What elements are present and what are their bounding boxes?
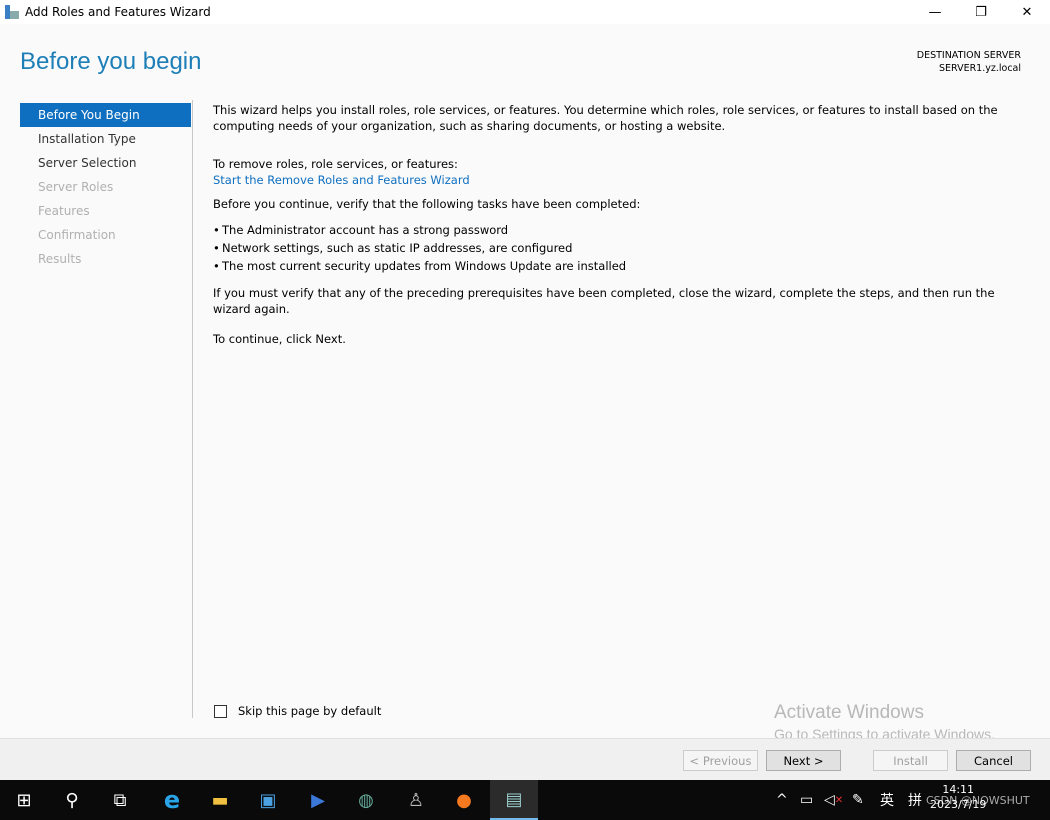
previous-button[interactable]: < Previous [683,750,758,771]
step-server-roles: Server Roles [38,180,114,194]
bullet-item: • Network settings, such as static IP add… [213,241,573,255]
maximize-button[interactable]: ❐ [958,0,1004,24]
content: This wizard helps you install roles, rol… [213,102,1028,355]
start-windows-icon[interactable]: ⊞ [0,780,48,820]
cancel-button[interactable]: Cancel [956,750,1031,771]
prereq-text: If you must verify that any of the prece… [213,286,995,316]
divider [192,100,193,718]
step-before-you-begin[interactable]: Before You Begin [20,103,191,127]
window-title: Add Roles and Features Wizard [25,5,211,19]
step-features: Features [38,204,90,218]
minimize-button[interactable]: — [912,0,958,24]
next-button[interactable]: Next > [766,750,841,771]
clock[interactable]: 14:11 2023/7/19 [930,782,986,812]
network-icon[interactable]: ♙ [392,780,440,820]
internet-explorer-icon[interactable]: e [148,780,196,820]
destination-label: DESTINATION SERVER [916,50,1021,61]
destination-server: DESTINATION SERVER SERVER1.yz.local [917,49,1021,75]
bullet-item: • The most current security updates from … [213,259,627,273]
pen-icon[interactable]: ✎ [852,780,864,820]
close-button[interactable]: ✕ [1004,0,1050,24]
intro-text: This wizard helps you install roles, rol… [213,103,998,133]
remove-label: To remove roles, role services, or featu… [213,157,458,171]
step-server-selection[interactable]: Server Selection [20,151,191,175]
remove-wizard-link[interactable]: Start the Remove Roles and Features Wiza… [213,172,1028,188]
server-manager-taskbar-icon[interactable]: ▤ [490,780,538,820]
destination-server-name: SERVER1.yz.local [938,63,1021,74]
step-results: Results [38,252,82,266]
checkbox[interactable] [214,704,227,718]
step-installation-type[interactable]: Installation Type [20,127,191,151]
skip-page-checkbox[interactable]: Skip this page by default [214,704,381,718]
ime-language[interactable]: 英 [880,780,894,820]
taskbar: ⊞ ⚲ ⧉ e ▬ ▣ ▶ ◍ ♙ ● ▤ ^ ▭ ◁ ✕ ✎ 英 拼 CSDN … [0,780,1050,820]
server-manager-icon [5,5,19,19]
verify-text: Before you continue, verify that the fol… [213,197,641,211]
task-view-icon[interactable]: ⧉ [96,780,144,820]
network-tray-icon[interactable]: ▭ [800,780,813,820]
volume-muted-icon[interactable]: ◁ ✕ [824,780,843,820]
firefox-icon[interactable]: ● [440,780,488,820]
bullet-item: • The Administrator account has a strong … [213,223,509,237]
control-panel-icon[interactable]: ▣ [244,780,292,820]
search-icon[interactable]: ⚲ [48,780,96,820]
ime-mode[interactable]: 拼 [908,780,922,820]
install-button[interactable]: Install [873,750,948,771]
skip-label: Skip this page by default [238,704,382,718]
activation-watermark: Activate Windows Go to Settings to activ… [774,702,995,742]
continue-text: To continue, click Next. [213,332,346,346]
powershell-icon[interactable]: ▶ [294,780,342,820]
page-title: Before you begin [20,48,202,75]
file-explorer-icon[interactable]: ▬ [196,780,244,820]
dns-manager-icon[interactable]: ◍ [342,780,390,820]
title-bar: Add Roles and Features Wizard — ❐ ✕ [0,0,1050,24]
step-confirmation: Confirmation [38,228,116,242]
wizard-steps: Before You Begin Installation Type Serve… [20,103,191,271]
show-hidden-icons[interactable]: ^ [776,780,788,820]
